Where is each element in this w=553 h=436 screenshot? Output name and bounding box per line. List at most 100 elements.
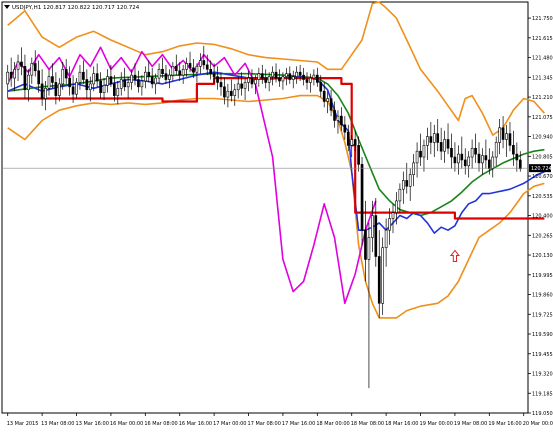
candle-body bbox=[171, 66, 175, 76]
ohlc-values: 120.817 120.822 120.717 120.724 bbox=[43, 5, 140, 11]
candle-body bbox=[99, 80, 102, 93]
candle-body bbox=[168, 74, 171, 80]
candle-body bbox=[395, 200, 398, 213]
candle-body bbox=[405, 180, 409, 187]
candle-body bbox=[346, 131, 350, 146]
candle-body bbox=[426, 136, 429, 146]
candle-body bbox=[391, 212, 395, 219]
candle-body bbox=[40, 83, 44, 99]
candle-body bbox=[481, 155, 484, 164]
candle-body bbox=[312, 74, 316, 79]
candle-body bbox=[508, 133, 512, 146]
x-tick-label: 18 Mar 08:00 bbox=[351, 421, 384, 427]
y-tick-label: 121.615 bbox=[532, 36, 553, 42]
candle-body bbox=[357, 145, 360, 165]
candle-body bbox=[226, 90, 230, 98]
candle-body bbox=[336, 115, 340, 121]
candle-body bbox=[57, 83, 61, 96]
y-tick-label: 120.805 bbox=[532, 154, 553, 160]
candle-body bbox=[133, 74, 137, 80]
candle-body bbox=[202, 60, 206, 66]
x-tick-label: 13 Mar 16:00 bbox=[76, 421, 109, 427]
candle-body bbox=[388, 218, 391, 231]
candle-body bbox=[450, 147, 453, 158]
candle-body bbox=[95, 73, 99, 82]
candle-body bbox=[512, 145, 515, 155]
candle-body bbox=[305, 79, 309, 83]
candle-body bbox=[360, 164, 364, 231]
candle-body bbox=[267, 76, 271, 83]
candle-body bbox=[288, 73, 292, 80]
x-tick-label: 17 Mar 16:00 bbox=[282, 421, 315, 427]
candle-body bbox=[54, 82, 58, 96]
y-tick-label: 121.075 bbox=[532, 115, 553, 121]
candle-body bbox=[223, 86, 226, 98]
candle-body bbox=[71, 86, 75, 95]
candle-body bbox=[322, 90, 326, 102]
candle-body bbox=[329, 98, 333, 111]
candle-body bbox=[88, 83, 92, 91]
candle-body bbox=[398, 188, 402, 202]
candle-body bbox=[137, 79, 140, 88]
candle-body bbox=[298, 71, 302, 76]
candle-body bbox=[254, 79, 257, 85]
candle-body bbox=[412, 162, 415, 175]
candle-body bbox=[274, 71, 278, 79]
candle-body bbox=[212, 73, 216, 77]
candle-body bbox=[467, 156, 471, 167]
y-tick-label: 120.535 bbox=[532, 194, 553, 200]
candle-body bbox=[353, 139, 357, 146]
candle-body bbox=[126, 82, 130, 88]
candle-body bbox=[82, 71, 85, 80]
candle-body bbox=[181, 68, 185, 76]
x-tick-label: 17 Mar 00:00 bbox=[213, 421, 246, 427]
candle-body bbox=[64, 68, 68, 79]
x-tick-label: 16 Mar 08:00 bbox=[144, 421, 177, 427]
candle-body bbox=[236, 83, 240, 91]
candle-body bbox=[264, 77, 268, 83]
candle-body bbox=[367, 237, 371, 260]
candle-body bbox=[140, 80, 144, 88]
candle-body bbox=[302, 74, 305, 80]
candle-body bbox=[257, 73, 261, 80]
candle-body bbox=[78, 71, 82, 83]
candle-body bbox=[374, 215, 378, 257]
candle-body bbox=[47, 76, 51, 89]
candle-body bbox=[85, 79, 89, 91]
candle-body bbox=[515, 153, 519, 161]
candle-body bbox=[33, 63, 37, 72]
candle-body bbox=[484, 155, 488, 161]
candle-body bbox=[443, 139, 446, 152]
y-tick-label: 119.185 bbox=[532, 391, 553, 397]
candle-body bbox=[219, 82, 223, 88]
candle-body bbox=[377, 256, 381, 304]
candle-body bbox=[295, 71, 299, 77]
chart-header: USDJPY,H1 120.817 120.822 120.717 120.72… bbox=[4, 5, 140, 11]
x-tick-label: 18 Mar 00:00 bbox=[316, 421, 349, 427]
candle-body bbox=[161, 68, 164, 74]
candle-body bbox=[106, 76, 109, 86]
candle-body bbox=[432, 133, 436, 143]
candle-body bbox=[350, 139, 354, 146]
candle-body bbox=[429, 136, 433, 143]
candle-body bbox=[505, 133, 508, 140]
candle-body bbox=[343, 124, 347, 133]
candle-body bbox=[340, 115, 343, 126]
candle-body bbox=[278, 77, 281, 82]
candle-body bbox=[436, 133, 440, 143]
y-tick-label: 119.320 bbox=[532, 372, 553, 378]
candle-body bbox=[408, 174, 412, 187]
current-price-label: 120.724 bbox=[531, 166, 552, 172]
candle-body bbox=[319, 82, 323, 92]
x-tick-label: 18 Mar 16:00 bbox=[385, 421, 418, 427]
candle-body bbox=[192, 67, 195, 73]
candle-body bbox=[130, 74, 133, 83]
candle-body bbox=[23, 66, 27, 91]
candle-body bbox=[154, 77, 157, 85]
candle-body bbox=[419, 150, 422, 158]
candle-body bbox=[123, 79, 127, 88]
y-tick-label: 119.725 bbox=[532, 312, 553, 318]
candle-body bbox=[102, 85, 106, 93]
candle-body bbox=[209, 68, 213, 74]
candle-body bbox=[243, 82, 247, 89]
